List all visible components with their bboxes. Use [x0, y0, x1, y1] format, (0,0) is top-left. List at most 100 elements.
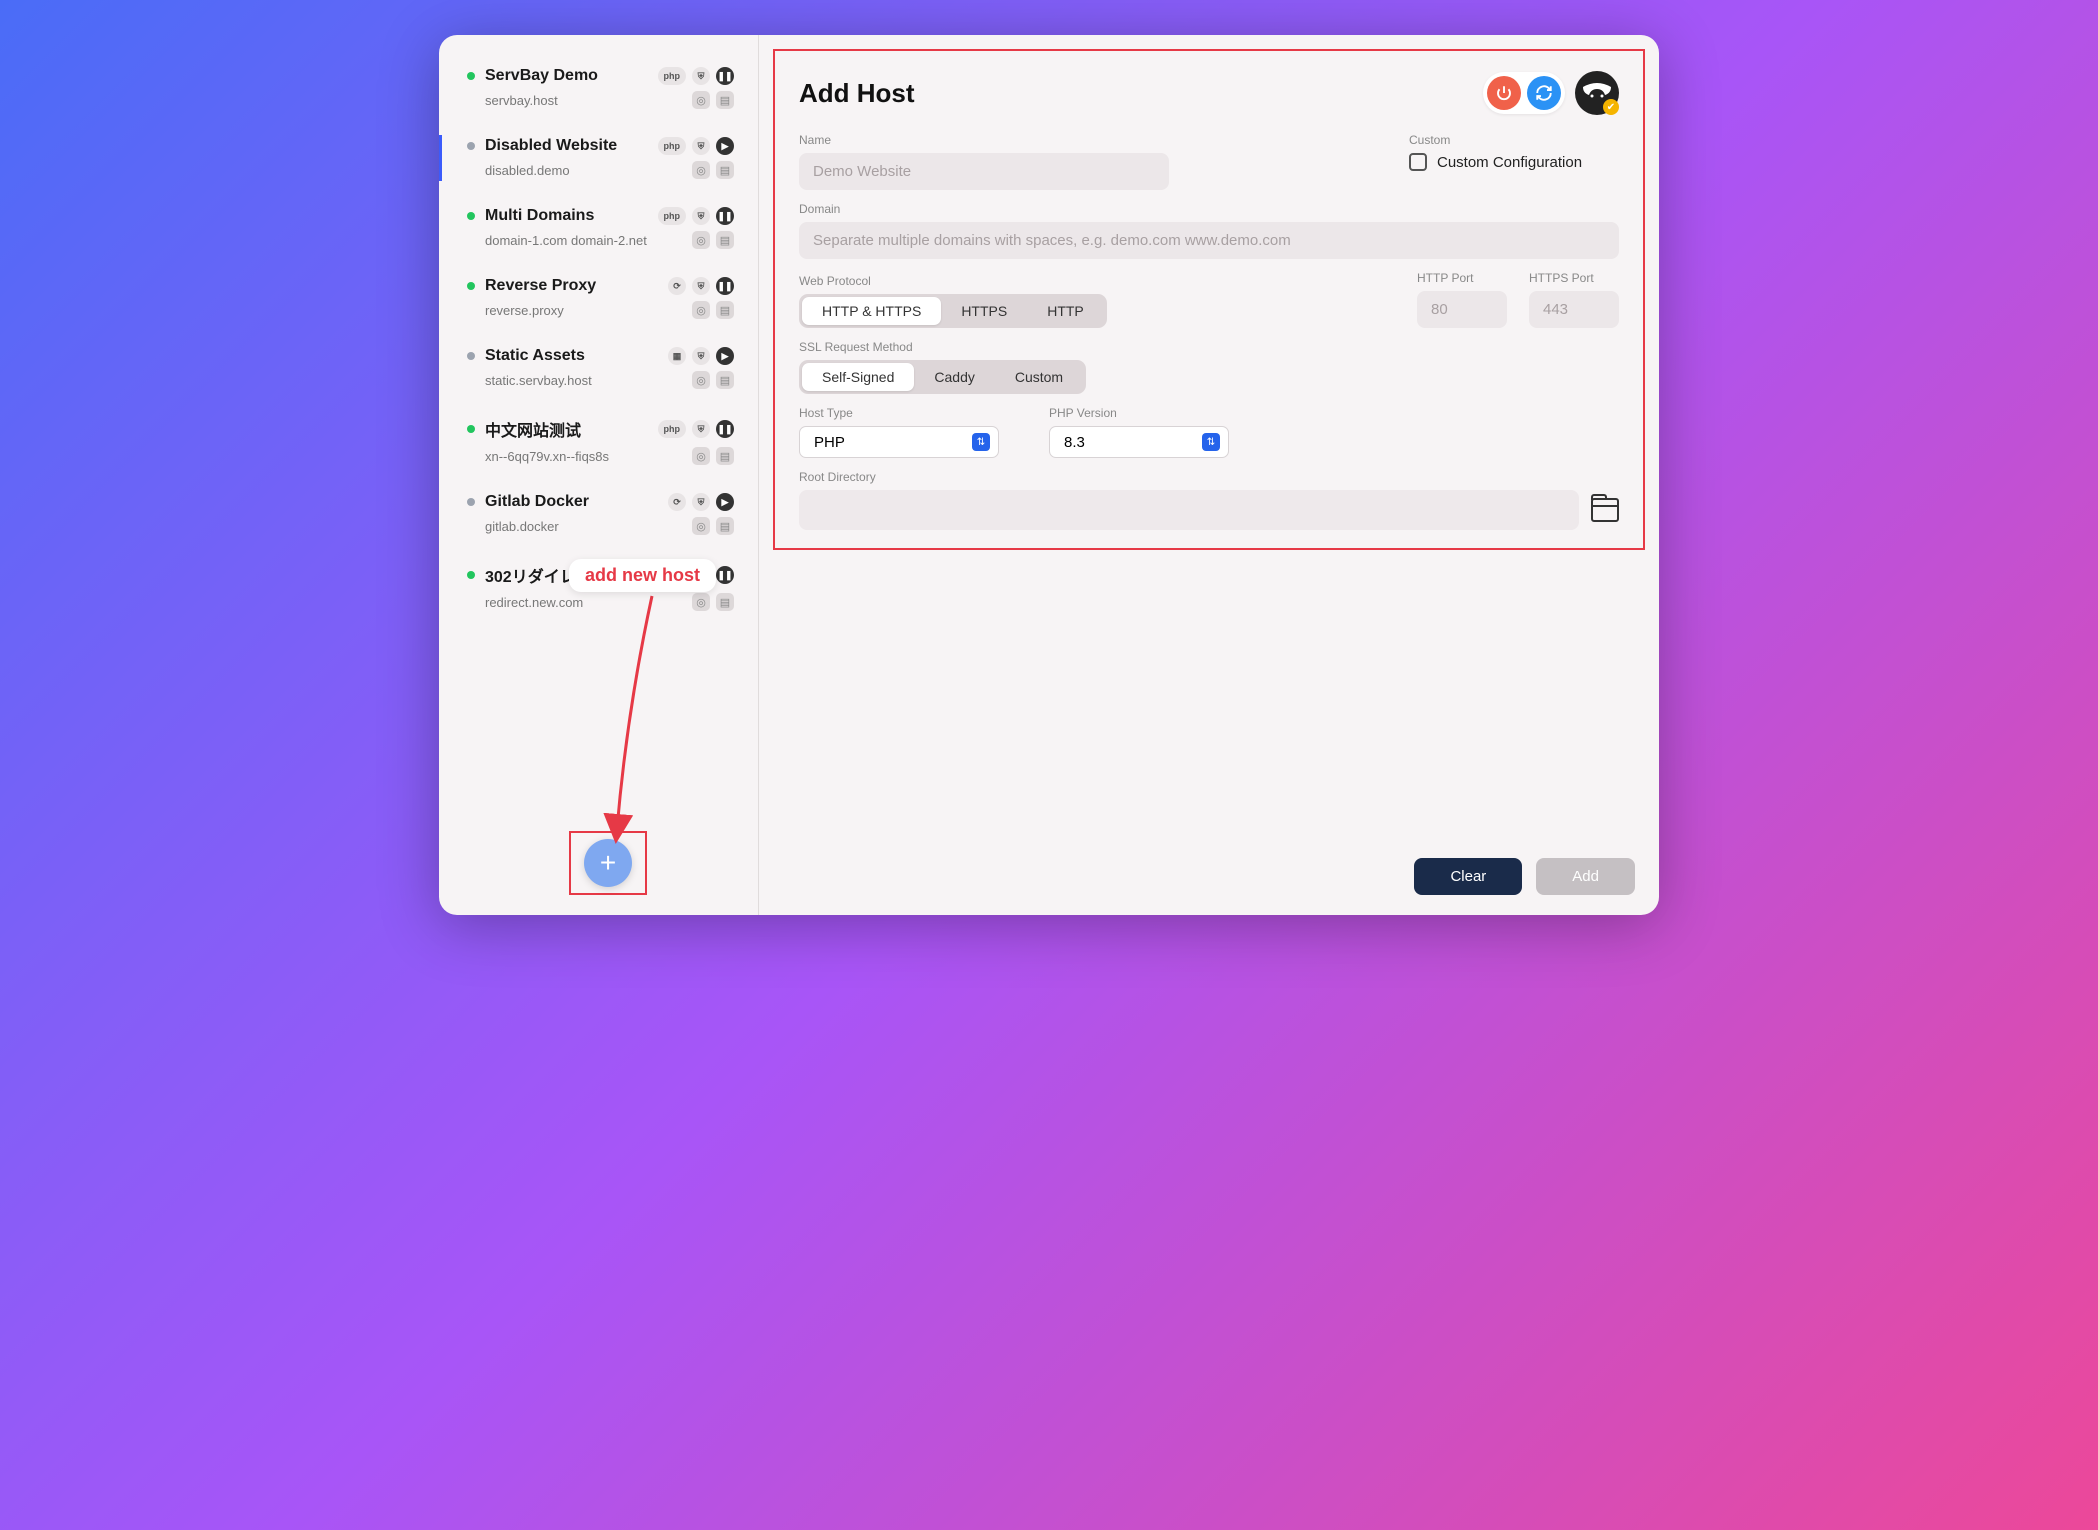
document-icon[interactable]: ▤: [716, 371, 734, 389]
compass-icon[interactable]: ◎: [692, 161, 710, 179]
host-domain: servbay.host: [467, 93, 692, 108]
document-icon[interactable]: ▤: [716, 593, 734, 611]
proxy-icon: ⟳: [668, 277, 686, 295]
play-icon[interactable]: ▶: [716, 137, 734, 155]
main-panel: Add Host: [759, 35, 1659, 915]
chevron-updown-icon: ⇅: [1202, 433, 1220, 451]
host-domain: static.servbay.host: [467, 373, 692, 388]
shield-icon: ⛨: [692, 67, 710, 85]
host-type-value: PHP: [814, 434, 972, 451]
host-item[interactable]: Gitlab Docker⟳⛨▶gitlab.docker◎▤: [439, 479, 758, 549]
php-badge: php: [658, 137, 687, 155]
document-icon[interactable]: ▤: [716, 161, 734, 179]
document-icon[interactable]: ▤: [716, 91, 734, 109]
chevron-updown-icon: ⇅: [972, 433, 990, 451]
power-icon: [1495, 84, 1513, 102]
document-icon[interactable]: ▤: [716, 231, 734, 249]
host-title: Reverse Proxy: [485, 277, 668, 295]
php-version-value: 8.3: [1064, 434, 1202, 451]
clear-button[interactable]: Clear: [1414, 858, 1522, 895]
add-host-fab[interactable]: +: [584, 839, 632, 887]
host-title: ServBay Demo: [485, 67, 658, 85]
host-type-label: Host Type: [799, 406, 999, 420]
form-highlight-box: Add Host: [773, 49, 1645, 550]
refresh-icon: [1535, 84, 1553, 102]
name-label: Name: [799, 133, 1369, 147]
host-domain: domain-1.com domain-2.net: [467, 233, 692, 248]
https-port-label: HTTPS Port: [1529, 271, 1619, 285]
host-item[interactable]: 中文网站测试php⛨❚❚xn--6qq79v.xn--fiqs8s◎▤: [439, 403, 758, 479]
pause-icon[interactable]: ❚❚: [716, 420, 734, 438]
name-input[interactable]: [799, 153, 1169, 190]
seg-self-signed[interactable]: Self-Signed: [802, 363, 914, 391]
pause-icon[interactable]: ❚❚: [716, 566, 734, 584]
host-title: 中文网站测试: [485, 417, 658, 441]
host-title: Static Assets: [485, 347, 668, 365]
seg-custom[interactable]: Custom: [995, 363, 1083, 391]
compass-icon[interactable]: ◎: [692, 231, 710, 249]
compass-icon[interactable]: ◎: [692, 91, 710, 109]
compass-icon[interactable]: ◎: [692, 593, 710, 611]
host-item[interactable]: Disabled Websitephp ⛨ ▶ disabled.demo◎ ▤: [439, 123, 758, 193]
host-item[interactable]: ServBay Demophp⛨❚❚servbay.host◎▤: [439, 53, 758, 123]
host-type-select[interactable]: PHP ⇅: [799, 426, 999, 458]
compass-icon[interactable]: ◎: [692, 301, 710, 319]
refresh-button[interactable]: [1527, 76, 1561, 110]
pause-icon[interactable]: ❚❚: [716, 207, 734, 225]
custom-label: Custom: [1409, 133, 1619, 147]
compass-icon[interactable]: ◎: [692, 517, 710, 535]
shield-icon: ⛨: [692, 207, 710, 225]
status-dot: [467, 571, 475, 579]
avatar[interactable]: [1575, 71, 1619, 115]
root-dir-input[interactable]: [799, 490, 1579, 530]
seg-http-https[interactable]: HTTP & HTTPS: [802, 297, 941, 325]
proxy-icon: ⟳: [668, 493, 686, 511]
status-dot: [467, 142, 475, 150]
status-dot: [467, 498, 475, 506]
seg-https[interactable]: HTTPS: [941, 297, 1027, 325]
http-port-input[interactable]: [1417, 291, 1507, 328]
custom-config-checkbox[interactable]: [1409, 153, 1427, 171]
shield-icon: ⛨: [692, 420, 710, 438]
document-icon[interactable]: ▤: [716, 301, 734, 319]
pause-icon[interactable]: ❚❚: [716, 67, 734, 85]
play-icon[interactable]: ▶: [716, 347, 734, 365]
add-button[interactable]: Add: [1536, 858, 1635, 895]
shield-icon: ⛨: [692, 137, 710, 155]
domain-input[interactable]: [799, 222, 1619, 259]
document-icon[interactable]: ▤: [716, 447, 734, 465]
domain-label: Domain: [799, 202, 1619, 216]
document-icon[interactable]: ▤: [716, 517, 734, 535]
host-domain: redirect.new.com: [467, 595, 692, 610]
service-controls: [1483, 72, 1565, 114]
pause-icon[interactable]: ❚❚: [716, 277, 734, 295]
status-dot: [467, 282, 475, 290]
php-badge: php: [658, 207, 687, 225]
host-item[interactable]: Reverse Proxy⟳⛨❚❚reverse.proxy◎▤: [439, 263, 758, 333]
https-port-input[interactable]: [1529, 291, 1619, 328]
sidebar: ServBay Demophp⛨❚❚servbay.host◎▤Disabled…: [439, 35, 759, 915]
power-button[interactable]: [1487, 76, 1521, 110]
seg-caddy[interactable]: Caddy: [914, 363, 994, 391]
host-title: Disabled Website: [485, 137, 658, 155]
folder-browse-button[interactable]: [1591, 498, 1619, 522]
host-domain: xn--6qq79v.xn--fiqs8s: [467, 449, 692, 464]
host-item[interactable]: Static Assets▦⛨▶static.servbay.host◎▤: [439, 333, 758, 403]
compass-icon[interactable]: ◎: [692, 371, 710, 389]
status-dot: [467, 425, 475, 433]
php-version-select[interactable]: 8.3 ⇅: [1049, 426, 1229, 458]
ssl-label: SSL Request Method: [799, 340, 1619, 354]
status-dot: [467, 352, 475, 360]
static-icon: ▦: [668, 347, 686, 365]
host-domain: reverse.proxy: [467, 303, 692, 318]
play-icon[interactable]: ▶: [716, 493, 734, 511]
status-dot: [467, 72, 475, 80]
host-domain: disabled.demo: [467, 163, 692, 178]
status-dot: [467, 212, 475, 220]
compass-icon[interactable]: ◎: [692, 447, 710, 465]
app-window: ServBay Demophp⛨❚❚servbay.host◎▤Disabled…: [439, 35, 1659, 915]
host-item[interactable]: Multi Domainsphp⛨❚❚domain-1.com domain-2…: [439, 193, 758, 263]
seg-http[interactable]: HTTP: [1027, 297, 1104, 325]
annotation-callout: add new host: [569, 559, 716, 592]
web-protocol-label: Web Protocol: [799, 274, 1395, 288]
